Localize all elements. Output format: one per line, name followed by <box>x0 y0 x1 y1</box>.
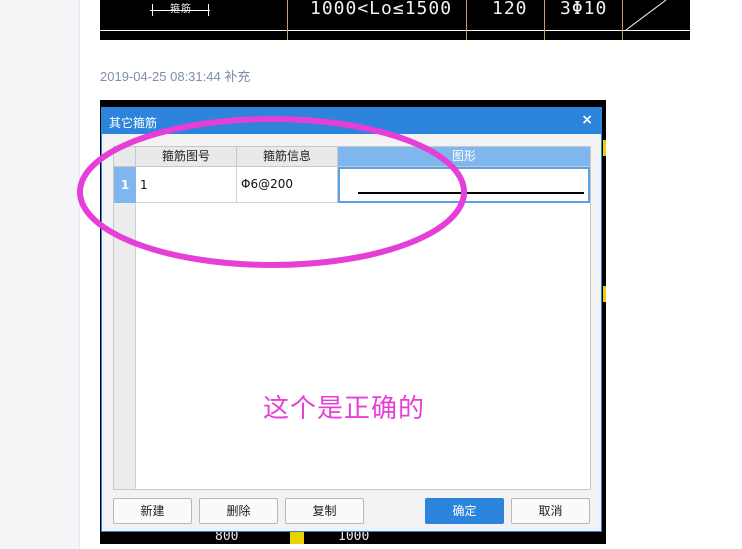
cad-label: 1000<Lo≤1500 <box>310 0 453 19</box>
close-icon[interactable]: × <box>581 112 593 128</box>
cell-figure-no[interactable]: 1 <box>136 167 237 203</box>
cad-label: 3Φ10 <box>560 0 608 19</box>
cad-dimension-line <box>150 10 210 11</box>
cad-divider <box>287 0 288 40</box>
cad-tick <box>208 4 209 16</box>
dialog-title: 其它箍筋 <box>109 116 158 130</box>
dialog-titlebar: 其它箍筋 × <box>102 108 601 134</box>
cad-divider <box>544 0 545 40</box>
copy-button[interactable]: 复制 <box>285 498 364 524</box>
annotation-text: 这个是正确的 <box>263 394 426 424</box>
stirrup-shape-line <box>358 192 584 194</box>
cad-diagonal <box>625 0 667 31</box>
cad-label: 箍筋 <box>170 0 192 15</box>
cell-stirrup-info[interactable]: Φ6@200 <box>237 167 338 203</box>
cad-line <box>100 30 690 31</box>
cad-divider <box>466 0 467 40</box>
corner-header <box>114 147 136 167</box>
column-header-figure-no[interactable]: 箍筋图号 <box>136 147 237 167</box>
shape-length-mark: L <box>459 172 465 182</box>
column-header-info[interactable]: 箍筋信息 <box>237 147 338 167</box>
cad-highlight <box>290 532 304 544</box>
cad-label: 120 <box>492 0 528 19</box>
row-number[interactable]: 1 <box>114 167 136 203</box>
left-sidebar-gutter <box>0 0 80 549</box>
cancel-button[interactable]: 取消 <box>511 498 590 524</box>
page: 箍筋 1000<Lo≤1500 120 3Φ10 2019-04-25 08:3… <box>0 0 742 549</box>
stirrup-dialog: 其它箍筋 × 箍筋图号 箍筋信息 图形 1 1 Φ6@200 L 新建 删除 复… <box>101 107 602 532</box>
delete-button[interactable]: 删除 <box>199 498 278 524</box>
post-timestamp: 2019-04-25 08:31:44 补充 <box>100 69 251 84</box>
new-button[interactable]: 新建 <box>113 498 192 524</box>
cad-highlight <box>603 140 606 156</box>
cad-tick <box>152 4 153 16</box>
stirrup-table: 箍筋图号 箍筋信息 图形 1 1 Φ6@200 L <box>113 146 591 490</box>
cad-highlight <box>603 286 606 302</box>
cad-drawing-top: 箍筋 1000<Lo≤1500 120 3Φ10 <box>100 0 690 40</box>
ok-button[interactable]: 确定 <box>425 498 504 524</box>
cell-stirrup-shape[interactable]: L <box>338 167 590 203</box>
